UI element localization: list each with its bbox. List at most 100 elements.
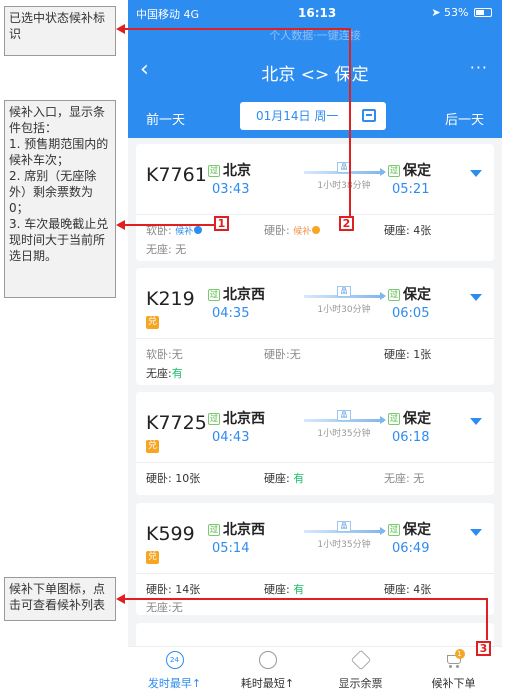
- arrival-time: 06:05: [392, 306, 430, 321]
- through-station-icon: 过: [388, 524, 400, 536]
- annotation-note-1: 已选中状态候补标识: [4, 6, 116, 56]
- seat-hard-seat: 硬座: 有: [264, 472, 305, 485]
- arrival-station: 过保定: [388, 411, 431, 427]
- calendar-icon: [362, 109, 376, 122]
- journey-arrow: 晶 1小时30分钟: [304, 286, 386, 316]
- through-station-icon: 过: [208, 165, 220, 177]
- arrival-station: 过保定: [388, 287, 431, 303]
- next-day-button[interactable]: 后一天: [445, 109, 484, 128]
- annotation-line: [349, 28, 351, 216]
- seat-hard-seat: 硬座: 有: [264, 583, 305, 596]
- annotation-line: [124, 598, 488, 600]
- expand-icon[interactable]: [470, 418, 482, 425]
- seat-standing: 无座:有: [146, 367, 183, 380]
- departure-time: 05:14: [212, 541, 250, 556]
- divider: [136, 214, 494, 215]
- tab-earliest-departure[interactable]: 24 发时最早↑: [128, 647, 221, 696]
- train-type-badge: 晶: [337, 286, 351, 297]
- tab-label: 候补下单: [431, 677, 476, 690]
- through-station-icon: 过: [388, 413, 400, 425]
- duration: 1小时35分钟: [317, 429, 371, 439]
- seat-soft-sleeper: 软卧:无: [146, 348, 183, 361]
- seat-standing: 无座: 无: [146, 243, 187, 256]
- train-card[interactable]: K7761 过北京 03:43 晶 1小时38分钟 过保定 05:21 软卧: …: [136, 144, 494, 261]
- train-type-badge: 晶: [337, 410, 351, 421]
- arrival-station: 过保定: [388, 522, 431, 538]
- seat-hard-sleeper: 硬卧: 14张: [146, 583, 201, 596]
- waitlist-count-badge: 1: [454, 649, 465, 659]
- battery-percent: 53%: [444, 6, 469, 19]
- seat-hard-seat-count: 硬座: 4张: [384, 583, 432, 596]
- arrow-left-icon: [116, 594, 125, 604]
- tab-label: 耗时最短↑: [240, 677, 295, 690]
- duration: 1小时35分钟: [317, 540, 371, 550]
- selected-date: 01月14日 周一: [256, 109, 339, 123]
- expand-icon[interactable]: [470, 529, 482, 536]
- tab-shortest-duration[interactable]: 耗时最短↑: [221, 647, 314, 696]
- prev-day-button[interactable]: 前一天: [146, 109, 185, 128]
- journey-arrow: 晶 1小时38分钟: [304, 162, 386, 192]
- train-type-badge: 晶: [337, 521, 351, 532]
- marker-3: 3: [476, 641, 491, 656]
- nav-bar: ‹ 北京 <> 保定 ···: [128, 46, 502, 96]
- arrow-left-icon: [116, 220, 125, 230]
- through-station-icon: 过: [208, 524, 220, 536]
- exchange-icon: 兑: [146, 316, 159, 329]
- journey-arrow: 晶 1小时35分钟: [304, 521, 386, 551]
- clock: 16:13: [298, 6, 337, 20]
- expand-icon[interactable]: [470, 294, 482, 301]
- carrier-label: 中国移动 4G: [136, 8, 200, 21]
- seat-hard-sleeper: 硬卧: 10张: [146, 472, 201, 485]
- departure-time: 04:43: [212, 430, 250, 445]
- annotation-note-2: 候补入口，显示条件包括： 1. 预售期范围内的候补车次； 2. 席别（无座除外）…: [4, 100, 116, 298]
- status-bar: 中国移动 4G 16:13 ➤ 53%: [128, 0, 502, 26]
- arrow-left-icon: [116, 24, 125, 34]
- through-station-icon: 过: [388, 289, 400, 301]
- bottom-tab-bar: 24 发时最早↑ 耗时最短↑ 显示余票 1 候补下单: [128, 646, 502, 696]
- arrival-time: 06:18: [392, 430, 430, 445]
- page-title: 北京 <> 保定: [261, 65, 369, 85]
- more-icon[interactable]: ···: [470, 58, 488, 77]
- train-card[interactable]: K7725 兑 过北京西 04:43 晶 1小时35分钟 过保定 06:18 硬…: [136, 392, 494, 495]
- divider: [136, 573, 494, 574]
- expand-icon[interactable]: [470, 170, 482, 177]
- duration: 1小时30分钟: [317, 305, 371, 315]
- train-number: K219: [146, 288, 195, 310]
- marker-2: 2: [339, 216, 354, 231]
- timer-icon: [258, 651, 277, 669]
- location-icon: ➤: [431, 6, 441, 19]
- departure-time: 03:43: [212, 182, 250, 197]
- train-number: K599: [146, 523, 195, 545]
- phone-screen: 中国移动 4G 16:13 ➤ 53% 个人数据·一键连接 ‹ 北京 <> 保定…: [128, 0, 502, 696]
- arrival-station: 过保定: [388, 163, 431, 179]
- arrival-time: 06:49: [392, 541, 430, 556]
- exchange-icon: 兑: [146, 551, 159, 564]
- seat-hard-sleeper[interactable]: 硬卧: 候补: [264, 222, 321, 238]
- tab-label: 显示余票: [338, 677, 383, 690]
- departure-station: 过北京西: [208, 522, 265, 538]
- seat-hard-sleeper: 硬卧:无: [264, 348, 301, 361]
- seat-hard-seat: 硬座: 1张: [384, 348, 432, 361]
- annotation-note-3: 候补下单图标，点击可查看候补列表: [4, 577, 116, 621]
- date-bar: 前一天 01月14日 周一 后一天: [128, 96, 502, 138]
- through-station-icon: 过: [208, 413, 220, 425]
- cart-icon: 1: [445, 649, 465, 669]
- divider: [136, 338, 494, 339]
- battery-icon: [474, 8, 492, 17]
- ticket-icon: [350, 649, 371, 671]
- tab-label: 发时最早↑: [147, 677, 202, 690]
- tab-show-available[interactable]: 显示余票: [314, 647, 407, 696]
- exchange-icon: 兑: [146, 440, 159, 453]
- duration: 1小时38分钟: [317, 181, 371, 191]
- train-number: K7725: [146, 412, 207, 434]
- arrival-time: 05:21: [392, 182, 430, 197]
- departure-station: 过北京西: [208, 287, 265, 303]
- date-picker[interactable]: 01月14日 周一: [240, 102, 386, 130]
- seat-standing: 无座:无: [146, 601, 183, 614]
- departure-time: 04:35: [212, 306, 250, 321]
- departure-station: 过北京: [208, 163, 251, 179]
- through-station-icon: 过: [208, 289, 220, 301]
- clock-24-icon: 24: [165, 651, 184, 669]
- departure-station: 过北京西: [208, 411, 265, 427]
- train-card[interactable]: K219 兑 过北京西 04:35 晶 1小时30分钟 过保定 06:05 软卧…: [136, 268, 494, 385]
